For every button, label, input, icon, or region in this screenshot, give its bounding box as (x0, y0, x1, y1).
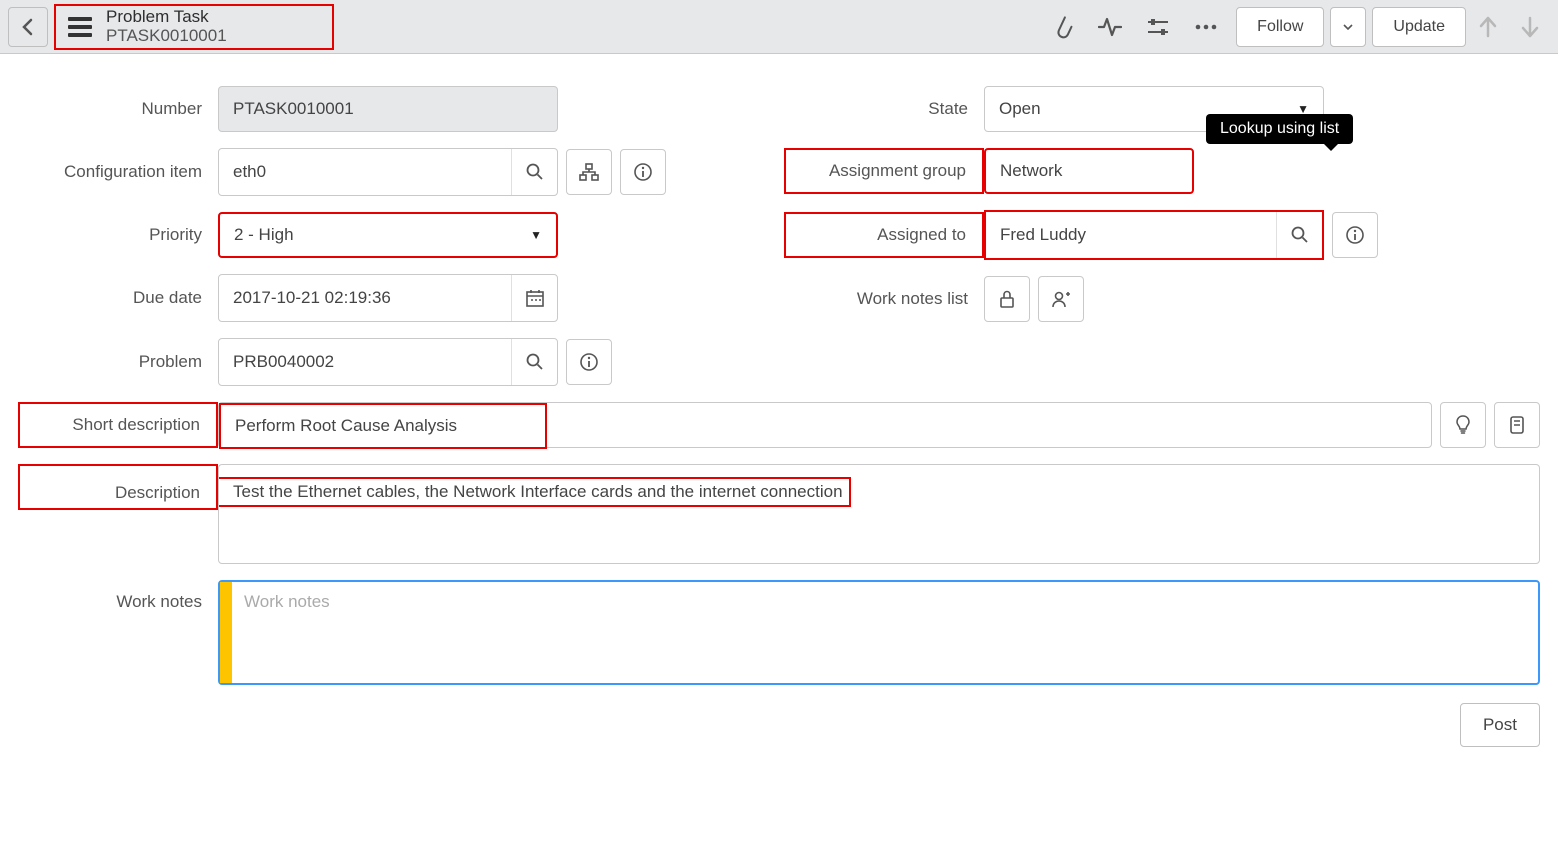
due-date-label: Due date (18, 288, 218, 308)
menu-icon[interactable] (64, 13, 96, 41)
description-field[interactable]: Test the Ethernet cables, the Network In… (218, 464, 1540, 564)
attachments-button[interactable] (1042, 7, 1082, 47)
arrow-down-icon (1521, 16, 1539, 38)
short-description-label: Short description (18, 402, 218, 448)
ci-info-button[interactable] (620, 149, 666, 195)
title-main: Problem Task (106, 8, 227, 27)
info-icon (579, 352, 599, 372)
post-button[interactable]: Post (1460, 703, 1540, 747)
next-record-button[interactable] (1510, 3, 1550, 51)
problem-info-button[interactable] (566, 339, 612, 385)
search-icon (526, 163, 544, 181)
bulb-icon (1455, 415, 1471, 435)
more-button[interactable] (1186, 7, 1226, 47)
assigned-to-lookup-button[interactable] (1276, 212, 1322, 258)
priority-label: Priority (18, 225, 218, 245)
state-value: Open (999, 99, 1041, 119)
chevron-left-icon (21, 18, 35, 36)
left-column: Number PTASK0010001 Configuration item e… (18, 78, 774, 394)
problem-field[interactable]: PRB0040002 (219, 339, 511, 385)
info-icon (633, 162, 653, 182)
ci-tree-button[interactable] (566, 149, 612, 195)
caret-down-icon: ▼ (530, 228, 542, 242)
settings-button[interactable] (1138, 7, 1178, 47)
ellipsis-icon (1194, 23, 1218, 31)
form-body: Number PTASK0010001 Configuration item e… (0, 54, 1558, 771)
sliders-icon (1147, 17, 1169, 37)
assignment-group-field[interactable]: Network (984, 148, 1194, 194)
arrow-up-icon (1479, 16, 1497, 38)
update-label: Update (1393, 18, 1445, 36)
follow-label: Follow (1257, 18, 1303, 36)
back-button[interactable] (8, 7, 48, 47)
assignment-group-label: Assignment group (784, 148, 984, 194)
ci-label: Configuration item (18, 162, 218, 182)
suggestion-button[interactable] (1440, 402, 1486, 448)
right-column: State Open ▼ Assignment group Network Lo… (784, 78, 1540, 394)
short-description-field-highlight[interactable]: Perform Root Cause Analysis (219, 403, 547, 449)
unlock-button[interactable] (984, 276, 1030, 322)
search-icon (1291, 226, 1309, 244)
work-notes-list-label: Work notes list (784, 289, 984, 309)
activity-button[interactable] (1090, 7, 1130, 47)
priority-select[interactable]: 2 - High ▼ (218, 212, 558, 258)
lock-icon (999, 290, 1015, 308)
record-title: Problem Task PTASK0010001 (54, 4, 334, 50)
work-notes-placeholder: Work notes (232, 582, 342, 683)
assigned-to-label: Assigned to (784, 212, 984, 258)
work-notes-indicator (220, 582, 232, 683)
knowledge-button[interactable] (1494, 402, 1540, 448)
assigned-to-info-button[interactable] (1332, 212, 1378, 258)
ci-field[interactable]: eth0 (219, 149, 511, 195)
update-button[interactable]: Update (1372, 7, 1466, 47)
search-icon (526, 353, 544, 371)
prev-record-button[interactable] (1468, 3, 1508, 51)
tooltip-text: Lookup using list (1220, 120, 1339, 137)
activity-icon (1098, 17, 1122, 37)
person-plus-icon (1051, 290, 1071, 308)
work-notes-label: Work notes (18, 580, 218, 612)
title-sub: PTASK0010001 (106, 27, 227, 46)
assigned-to-field[interactable]: Fred Luddy (986, 212, 1276, 258)
tree-icon (579, 163, 599, 181)
follow-dropdown[interactable] (1330, 7, 1366, 47)
calendar-icon (526, 289, 544, 307)
problem-lookup-button[interactable] (511, 339, 557, 385)
description-label: Description (18, 464, 218, 510)
problem-label: Problem (18, 352, 218, 372)
due-date-field[interactable]: 2017-10-21 02:19:36 (219, 275, 511, 321)
lookup-tooltip: Lookup using list (1206, 114, 1353, 144)
caret-down-icon (1343, 24, 1353, 30)
info-icon (1345, 225, 1365, 245)
description-value-highlight: Test the Ethernet cables, the Network In… (219, 477, 851, 507)
card-icon (1509, 415, 1525, 435)
add-me-button[interactable] (1038, 276, 1084, 322)
number-label: Number (18, 99, 218, 119)
number-field: PTASK0010001 (218, 86, 558, 132)
header-bar: Problem Task PTASK0010001 Follow Update (0, 0, 1558, 54)
post-label: Post (1483, 715, 1517, 735)
state-label: State (784, 99, 984, 119)
priority-value: 2 - High (234, 225, 294, 245)
paperclip-icon (1051, 15, 1073, 39)
follow-button[interactable]: Follow (1236, 7, 1324, 47)
work-notes-textarea[interactable]: Work notes (218, 580, 1540, 685)
ci-lookup-button[interactable] (511, 149, 557, 195)
date-picker-button[interactable] (511, 275, 557, 321)
